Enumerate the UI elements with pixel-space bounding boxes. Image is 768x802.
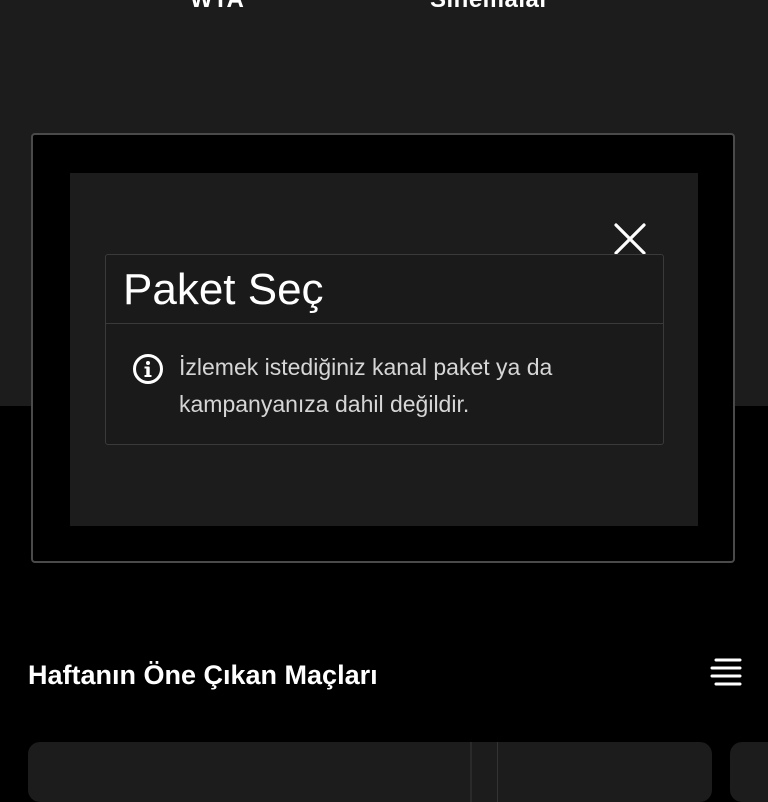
dialog-title: Paket Seç [123,265,324,314]
dialog-header: Paket Seç [106,255,663,324]
section-title: Haftanın Öne Çıkan Maçları [28,660,378,690]
card-divider [470,742,472,802]
info-circle-icon [133,354,163,384]
menu-button[interactable] [706,656,744,688]
match-card[interactable] [28,742,712,802]
card-divider [497,742,498,802]
match-card[interactable] [730,742,768,802]
top-category-label[interactable]: Sinemalar [430,0,549,14]
top-category-labels: WTA Sinemalar [0,0,768,13]
menu-icon [710,658,742,686]
dialog-message: İzlemek istediğiniz kanal paket ya da ka… [179,354,553,417]
close-icon [614,223,646,255]
close-button[interactable] [610,219,650,259]
package-select-dialog: Paket Seç İzlemek istediğiniz kanal pake… [105,254,664,445]
top-category-label[interactable]: WTA [190,0,244,14]
